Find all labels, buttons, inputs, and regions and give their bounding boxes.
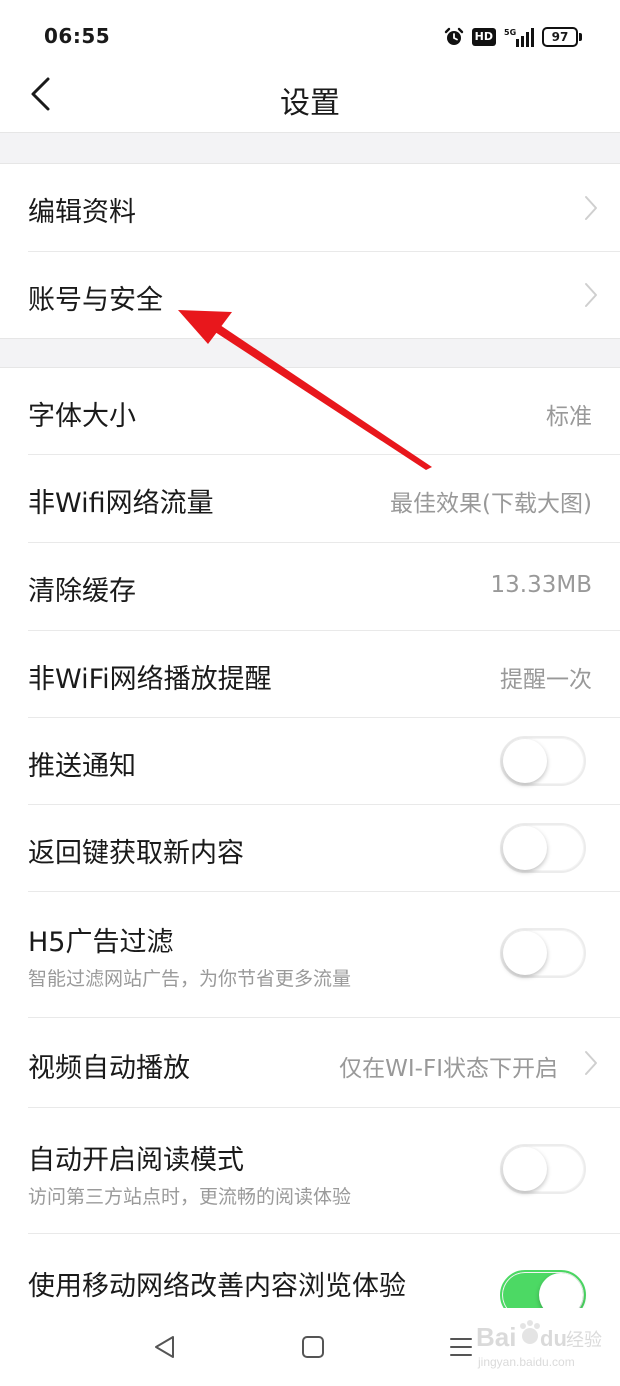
section-gap — [0, 132, 620, 164]
watermark-brand2: du — [540, 1326, 567, 1351]
title-bar: 设置 — [0, 62, 620, 132]
signal-icon: 5G — [504, 28, 534, 47]
row-label: 推送通知 — [28, 751, 136, 782]
watermark-url: jingyan.baidu.com — [477, 1355, 575, 1369]
row-h5-ad-filter: H5广告过滤 智能过滤网站广告，为你节省更多流量 — [0, 892, 620, 1018]
chevron-right-icon — [585, 196, 597, 220]
nav-home-icon[interactable] — [300, 1334, 326, 1360]
h5-ad-filter-toggle[interactable] — [500, 928, 586, 978]
toggle-knob — [503, 739, 547, 783]
row-label: 清除缓存 — [28, 576, 136, 607]
row-sub-label: 智能过滤网站广告，为你节省更多流量 — [28, 968, 352, 990]
row-label: H5广告过滤 — [28, 927, 174, 958]
nav-back-icon[interactable] — [152, 1334, 178, 1360]
battery-indicator: 97 — [542, 27, 582, 47]
watermark-brand: Bai — [476, 1322, 516, 1352]
play-alert-value: 提醒一次 — [500, 667, 592, 693]
row-video-autoplay[interactable]: 视频自动播放 仅在WI-FI状态下开启 — [0, 1018, 620, 1108]
mobile-network-improve-toggle[interactable] — [500, 1270, 586, 1308]
non-wifi-traffic-value: 最佳效果(下载大图) — [390, 491, 592, 517]
row-label: 字体大小 — [28, 401, 136, 432]
status-bar: 06:55 HD 5G 97 — [0, 0, 620, 62]
chevron-right-icon — [585, 283, 597, 307]
row-label: 使用移动网络改善内容浏览体验 — [28, 1271, 406, 1302]
row-font-size[interactable]: 字体大小 标准 — [0, 368, 620, 455]
video-autoplay-value: 仅在WI-FI状态下开启 — [339, 1056, 558, 1082]
row-label: 非Wifi网络流量 — [28, 488, 214, 519]
row-non-wifi-traffic[interactable]: 非Wifi网络流量 最佳效果(下载大图) — [0, 455, 620, 543]
row-label: 视频自动播放 — [28, 1053, 190, 1084]
row-label: 自动开启阅读模式 — [28, 1145, 244, 1176]
row-account-security[interactable]: 账号与安全 — [0, 252, 620, 338]
push-notification-toggle[interactable] — [500, 736, 586, 786]
battery-level: 97 — [542, 27, 578, 47]
page-title: 设置 — [280, 86, 340, 121]
row-label: 非WiFi网络播放提醒 — [28, 664, 272, 695]
network-type-label: 5G — [504, 28, 516, 37]
auto-reading-mode-toggle[interactable] — [500, 1144, 586, 1194]
row-label: 返回键获取新内容 — [28, 838, 244, 869]
battery-cap — [579, 33, 582, 41]
section-gap — [0, 338, 620, 368]
toggle-knob — [503, 931, 547, 975]
baidu-watermark-logo: Bai du 经验 jingyan.baidu.com — [476, 1320, 602, 1369]
status-icons: HD 5G 97 — [444, 24, 582, 50]
cache-size-value: 13.33MB — [490, 572, 592, 598]
row-edit-profile[interactable]: 编辑资料 — [0, 164, 620, 252]
toggle-knob — [503, 826, 547, 870]
row-back-key-refresh: 返回键获取新内容 — [0, 805, 620, 892]
row-label: 编辑资料 — [28, 197, 136, 228]
row-clear-cache[interactable]: 清除缓存 13.33MB — [0, 543, 620, 631]
alarm-icon — [444, 27, 463, 45]
row-label: 账号与安全 — [28, 285, 163, 316]
row-push-notification: 推送通知 — [0, 718, 620, 805]
chevron-right-icon — [585, 1051, 597, 1075]
hd-badge: HD — [471, 28, 496, 46]
status-time: 06:55 — [44, 24, 111, 48]
watermark-suffix: 经验 — [566, 1330, 602, 1351]
nav-menu-icon[interactable] — [448, 1334, 474, 1360]
back-key-refresh-toggle[interactable] — [500, 823, 586, 873]
row-mobile-network-improve: 使用移动网络改善内容浏览体验 — [0, 1234, 620, 1308]
toggle-knob — [539, 1273, 583, 1308]
font-size-value: 标准 — [546, 404, 592, 430]
row-auto-reading-mode: 自动开启阅读模式 访问第三方站点时，更流畅的阅读体验 — [0, 1108, 620, 1234]
row-sub-label: 访问第三方站点时，更流畅的阅读体验 — [28, 1186, 352, 1208]
row-non-wifi-play-alert[interactable]: 非WiFi网络播放提醒 提醒一次 — [0, 631, 620, 718]
toggle-knob — [503, 1147, 547, 1191]
